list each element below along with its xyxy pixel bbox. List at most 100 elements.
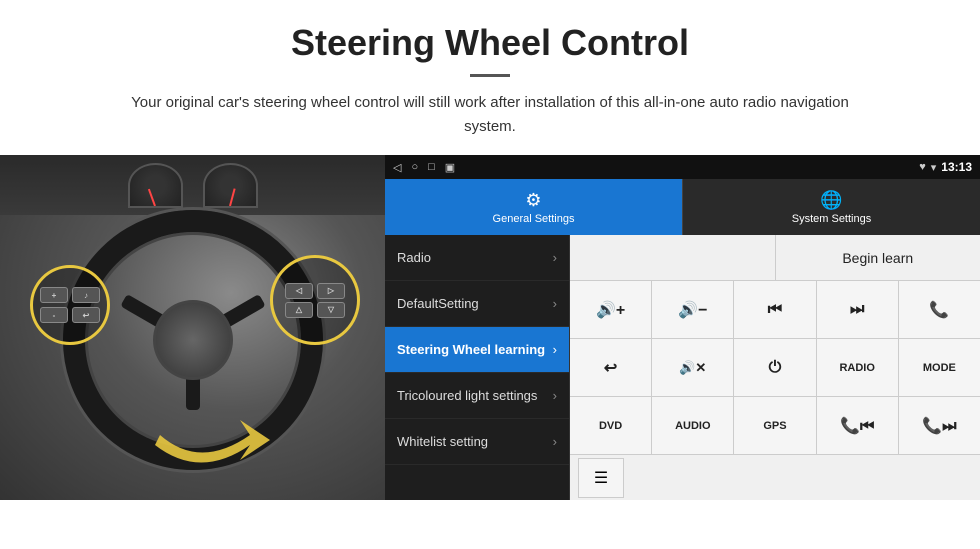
menu-item-whitelist-label: Whitelist setting — [397, 434, 488, 449]
controls-panel: Begin learn 🔊+ 🔊− ⏮ ⏭ — [570, 235, 980, 500]
btn-up: △ — [285, 302, 313, 318]
vol-up-icon: 🔊+ — [596, 300, 625, 320]
begin-learn-button[interactable]: Begin learn — [776, 235, 980, 280]
menu-item-steering-wheel[interactable]: Steering Wheel learning › — [385, 327, 569, 373]
gauge-left — [128, 163, 183, 208]
btn-row-mid-right: △ ▽ — [285, 302, 345, 318]
btn-dvd[interactable]: DVD — [570, 397, 651, 454]
power-icon: ⏻ — [769, 359, 782, 377]
btn-mode[interactable]: MODE — [899, 339, 980, 396]
screenshot-icon: ▣ — [445, 161, 455, 174]
gps-label: GPS — [763, 420, 786, 432]
status-time: 13:13 — [941, 160, 972, 174]
audio-label: AUDIO — [675, 420, 710, 432]
mode-label: MODE — [923, 362, 956, 374]
tab-system-settings[interactable]: 🌐 System Settings — [682, 179, 980, 235]
dvd-label: DVD — [599, 420, 622, 432]
left-button-cluster: + ♪ - ↩ — [30, 265, 110, 345]
tab-general-settings[interactable]: ⚙ General Settings — [385, 179, 682, 235]
gauge-needle-right — [229, 188, 236, 206]
btn-down: ▽ — [317, 302, 345, 318]
content-area: Radio › DefaultSetting › Steering Wheel … — [385, 235, 980, 500]
home-icon: ○ — [411, 161, 418, 173]
menu-item-default-setting[interactable]: DefaultSetting › — [385, 281, 569, 327]
android-panel: ◁ ○ □ ▣ ♥ ▾ 13:13 ⚙ General Settings 🌐 S… — [385, 155, 980, 500]
btn-next-right: ▷ — [317, 283, 345, 299]
menu-item-tricoloured[interactable]: Tricoloured light settings › — [385, 373, 569, 419]
btn-vol-down[interactable]: 🔊− — [652, 281, 733, 338]
system-settings-icon: 🌐 — [820, 190, 842, 211]
phone-icon: 📞 — [929, 300, 949, 320]
prev-track-icon: ⏮ — [768, 301, 782, 319]
btn-vol-up[interactable]: 🔊+ — [570, 281, 651, 338]
menu-chevron-default: › — [553, 296, 557, 311]
btn-phone-prev[interactable]: 📞⏮ — [817, 397, 898, 454]
btn-row-top-right: ◁ ▷ — [285, 283, 345, 299]
btn-return[interactable]: ↩ — [570, 339, 651, 396]
menu-item-default-label: DefaultSetting — [397, 296, 479, 311]
dashboard-top — [0, 155, 385, 215]
btn-mute[interactable]: 🔊✕ — [652, 339, 733, 396]
gauge-needle-left — [148, 189, 156, 207]
menu-chevron-tricoloured: › — [553, 388, 557, 403]
btn-volume-up: + — [40, 287, 68, 303]
menu-item-radio-label: Radio — [397, 250, 431, 265]
menu-item-tricoloured-label: Tricoloured light settings — [397, 388, 537, 403]
menu-chevron-whitelist: › — [553, 434, 557, 449]
system-settings-label: System Settings — [792, 213, 871, 225]
btn-phone[interactable]: 📞 — [899, 281, 980, 338]
back-icon: ◁ — [393, 161, 401, 174]
gauge-cluster — [128, 163, 258, 208]
list-icon-button[interactable]: ☰ — [578, 458, 624, 498]
mute-icon: 🔊✕ — [679, 360, 706, 376]
next-track-icon: ⏭ — [850, 301, 864, 319]
phone-prev-icon: 📞⏮ — [840, 416, 874, 436]
radio-label: RADIO — [839, 362, 874, 374]
btn-call: ↩ — [72, 307, 100, 323]
signal-icon: ▾ — [931, 161, 937, 174]
steering-background: + ♪ - ↩ — [0, 155, 385, 500]
empty-cell — [570, 235, 776, 280]
btn-volume-down: - — [40, 307, 68, 323]
btn-phone-next[interactable]: 📞⏭ — [899, 397, 980, 454]
location-icon: ♥ — [919, 161, 926, 173]
btn-gps[interactable]: GPS — [734, 397, 815, 454]
page-title: Steering Wheel Control — [40, 22, 940, 64]
title-divider — [470, 74, 510, 77]
status-bar-right: ♥ ▾ 13:13 — [919, 160, 972, 174]
btn-row-bottom-left: - ↩ — [40, 307, 100, 323]
status-bar-left: ◁ ○ □ ▣ — [393, 161, 455, 174]
phone-next-icon: 📞⏭ — [922, 416, 956, 436]
settings-tabs: ⚙ General Settings 🌐 System Settings — [385, 179, 980, 235]
status-bar: ◁ ○ □ ▣ ♥ ▾ 13:13 — [385, 155, 980, 179]
menu-item-steering-label: Steering Wheel learning — [397, 342, 545, 357]
btn-prev-track[interactable]: ⏮ — [734, 281, 815, 338]
right-button-cluster: ◁ ▷ △ ▽ — [270, 255, 360, 345]
btn-power[interactable]: ⏻ — [734, 339, 815, 396]
recents-icon: □ — [428, 161, 435, 173]
car-image-area: + ♪ - ↩ — [0, 155, 385, 500]
btn-radio[interactable]: RADIO — [817, 339, 898, 396]
main-content: + ♪ - ↩ — [0, 155, 980, 500]
arrow-indicator — [150, 390, 280, 480]
header-description: Your original car's steering wheel contr… — [130, 91, 850, 139]
return-icon: ↩ — [604, 358, 617, 378]
btn-prev: ◁ — [285, 283, 313, 299]
top-control-row: Begin learn — [570, 235, 980, 281]
btn-row-top-left: + ♪ — [40, 287, 100, 303]
btn-mode: ♪ — [72, 287, 100, 303]
bottom-control-row: ☰ — [570, 454, 980, 500]
menu-chevron-steering: › — [553, 342, 557, 357]
btn-audio[interactable]: AUDIO — [652, 397, 733, 454]
controls-grid: 🔊+ 🔊− ⏮ ⏭ 📞 ↩ — [570, 281, 980, 454]
gauge-right — [203, 163, 258, 208]
general-settings-label: General Settings — [493, 213, 575, 225]
header-section: Steering Wheel Control Your original car… — [0, 0, 980, 155]
btn-next-track[interactable]: ⏭ — [817, 281, 898, 338]
list-icon: ☰ — [594, 468, 608, 488]
vol-down-icon: 🔊− — [678, 300, 707, 320]
menu-item-radio[interactable]: Radio › — [385, 235, 569, 281]
general-settings-icon: ⚙ — [525, 190, 541, 211]
menu-item-whitelist[interactable]: Whitelist setting › — [385, 419, 569, 465]
wheel-center — [153, 300, 233, 380]
